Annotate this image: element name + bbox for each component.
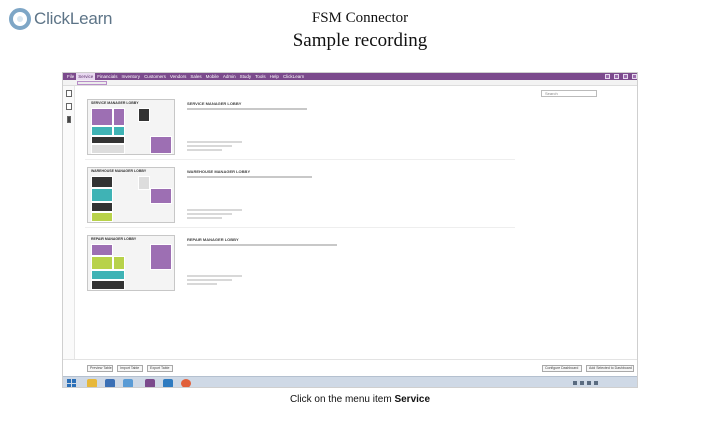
- preview-table-button[interactable]: Preview Table: [87, 365, 113, 372]
- workspace-title-warehouse[interactable]: WAREHOUSE MANAGER LOBBY: [187, 169, 250, 174]
- application-screenshot: File Service Financials Inventory Custom…: [62, 72, 638, 388]
- ie-icon[interactable]: [123, 379, 133, 387]
- menu-item-tools[interactable]: Tools: [253, 73, 268, 80]
- search-input[interactable]: Search: [541, 90, 597, 97]
- meta-text: [187, 145, 232, 147]
- tile: [91, 212, 113, 222]
- card-title: WAREHOUSE MANAGER LOBBY: [91, 169, 147, 173]
- tile: [91, 176, 113, 188]
- import-table-button[interactable]: Import Table: [117, 365, 143, 372]
- description-text: [187, 176, 312, 178]
- menu-item-mobile[interactable]: Mobile: [204, 73, 221, 80]
- workspace-card-warehouse[interactable]: WAREHOUSE MANAGER LOBBY: [87, 167, 175, 223]
- workspace-card-service[interactable]: SERVICE MANAGER LOBBY: [87, 99, 175, 155]
- tile: [91, 126, 113, 136]
- windows-start-icon[interactable]: [67, 379, 76, 387]
- configure-dashboard-button[interactable]: Configure Dashboard: [542, 365, 582, 372]
- tile: [113, 126, 125, 136]
- meta-text: [187, 149, 222, 151]
- tile: [91, 144, 125, 154]
- tile: [91, 188, 113, 202]
- bookmark-icon[interactable]: [67, 116, 71, 123]
- menu-item-customers[interactable]: Customers: [142, 73, 168, 80]
- meta-text: [187, 213, 232, 215]
- windows-taskbar: [63, 376, 637, 387]
- instruction-caption: Click on the menu item Service: [0, 394, 720, 405]
- caption-text: Click on the menu item: [289, 394, 395, 405]
- caption-item: Service: [394, 394, 431, 405]
- document-icon[interactable]: [66, 90, 72, 97]
- description-text: [187, 108, 307, 110]
- word-icon[interactable]: [163, 379, 173, 387]
- tile: [150, 244, 172, 270]
- menu-bar: File Service Financials Inventory Custom…: [63, 73, 637, 80]
- tile: [113, 108, 125, 126]
- tile: [150, 188, 172, 204]
- tile: [91, 270, 125, 280]
- divider: [85, 227, 515, 228]
- left-rail: [63, 86, 75, 376]
- active-tab[interactable]: [77, 81, 107, 85]
- close-icon[interactable]: [632, 74, 637, 79]
- tile: [91, 136, 125, 144]
- tile: [91, 244, 113, 256]
- add-to-dashboard-button[interactable]: Add Selected to Dashboard: [586, 365, 634, 372]
- browser-icon[interactable]: [181, 379, 191, 387]
- app-icon[interactable]: [145, 379, 155, 387]
- menu-item-admin[interactable]: Admin: [221, 73, 238, 80]
- card-title: SERVICE MANAGER LOBBY: [91, 101, 139, 105]
- menu-item-sales[interactable]: Sales: [188, 73, 203, 80]
- workspace-title-service[interactable]: SERVICE MANAGER LOBBY: [187, 101, 241, 106]
- slide-title: FSM Connector: [311, 10, 409, 26]
- outlook-icon[interactable]: [105, 379, 115, 387]
- description-text: [187, 244, 337, 246]
- menu-item-clicklearn[interactable]: ClickLearn: [281, 73, 306, 80]
- file-explorer-icon[interactable]: [87, 379, 97, 387]
- tile: [138, 176, 150, 190]
- meta-text: [187, 275, 242, 277]
- tab-strip: [63, 80, 637, 86]
- tile: [138, 108, 150, 122]
- menu-item-study[interactable]: Study: [238, 73, 254, 80]
- workspace-title-repair[interactable]: REPAIR MANAGER LOBBY: [187, 237, 239, 242]
- tile: [91, 280, 125, 290]
- print-icon[interactable]: [605, 74, 610, 79]
- menu-item-inventory[interactable]: Inventory: [120, 73, 143, 80]
- tile: [113, 256, 125, 270]
- window-controls: [605, 74, 637, 79]
- menu-item-vendors[interactable]: Vendors: [168, 73, 189, 80]
- divider: [85, 159, 515, 160]
- menu-item-financials[interactable]: Financials: [95, 73, 119, 80]
- menu-item-file[interactable]: File: [65, 73, 76, 80]
- card-title: REPAIR MANAGER LOBBY: [91, 237, 137, 241]
- workspace-card-repair[interactable]: REPAIR MANAGER LOBBY: [87, 235, 175, 291]
- tray-icon[interactable]: [580, 381, 584, 385]
- meta-text: [187, 217, 222, 219]
- restore-icon[interactable]: [623, 74, 628, 79]
- export-table-button[interactable]: Export Table: [147, 365, 173, 372]
- book-icon[interactable]: [66, 103, 72, 110]
- slide-subtitle: Sample recording: [292, 30, 428, 51]
- meta-text: [187, 283, 217, 285]
- menu-item-help[interactable]: Help: [268, 73, 281, 80]
- meta-text: [187, 209, 242, 211]
- tray-icon[interactable]: [573, 381, 577, 385]
- bottom-action-bar: Preview Table Import Table Export Table …: [63, 359, 637, 376]
- slide: ClickLearn FSM Connector Sample recordin…: [0, 0, 720, 437]
- tile: [91, 202, 113, 212]
- tile: [91, 256, 113, 270]
- meta-text: [187, 279, 232, 281]
- tray-icon[interactable]: [587, 381, 591, 385]
- tile: [150, 136, 172, 154]
- tray-icon[interactable]: [594, 381, 598, 385]
- minimize-icon[interactable]: [614, 74, 619, 79]
- menu-item-service[interactable]: Service: [76, 73, 96, 80]
- tile: [91, 108, 113, 126]
- meta-text: [187, 141, 242, 143]
